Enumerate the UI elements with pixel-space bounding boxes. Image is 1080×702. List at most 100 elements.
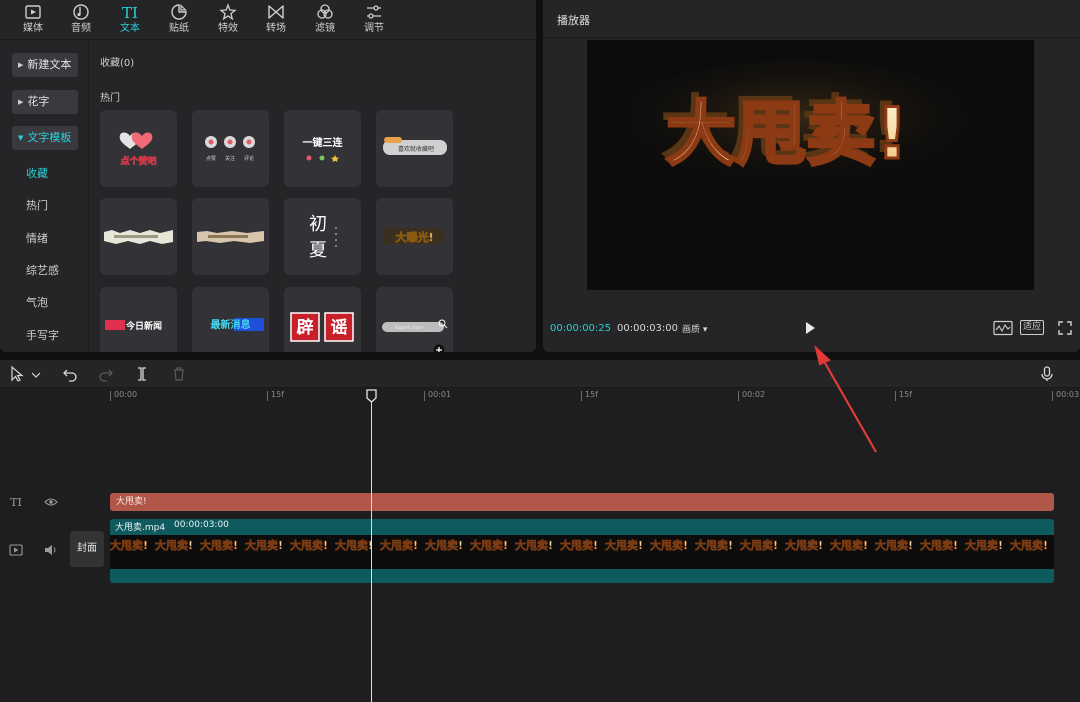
template-thumb[interactable]: 最新消息 xyxy=(192,287,269,352)
ruler-label: 00:01 xyxy=(428,390,452,399)
asset-tab-bar: 媒体 音频 TI 文本 贴纸 特效 转场 滤镜 调节 xyxy=(0,0,536,40)
cover-button[interactable]: 封面 xyxy=(70,531,104,567)
template-thumb[interactable]: 点个赞吧 xyxy=(100,110,177,187)
template-text: 初 xyxy=(309,214,327,235)
current-time: 00:00:00:25 xyxy=(550,323,612,334)
ruler-label: 00:03 xyxy=(1056,390,1080,399)
text-track-label: TI xyxy=(10,496,22,509)
player-title: 播放器 xyxy=(557,14,590,27)
one-click-triple-template-preview: 一键三连 xyxy=(303,136,343,162)
tab-sticker[interactable]: 贴纸 xyxy=(155,0,203,40)
adjust-icon xyxy=(367,5,381,19)
fancy-text-button[interactable]: ▶ 花字 xyxy=(12,90,78,114)
template-text: 大曝光! xyxy=(395,230,433,244)
redo-icon xyxy=(99,369,113,382)
split-icon xyxy=(138,367,146,381)
ruler-tick xyxy=(267,391,268,401)
playhead-handle[interactable] xyxy=(366,389,377,403)
text-track-icon: TI xyxy=(10,496,22,509)
speaker-icon xyxy=(45,545,52,555)
tab-adjust[interactable]: 调节 xyxy=(350,0,398,40)
today-news-template-preview: 今日新闻 xyxy=(105,320,162,332)
tab-label: 文本 xyxy=(120,23,140,34)
button-label: 新建文本 xyxy=(27,58,72,71)
template-text: 辟 xyxy=(296,317,314,338)
filmstrip-frame: 大甩卖! xyxy=(470,538,508,552)
ruler-tick xyxy=(110,391,111,401)
duration: 00:00:03:00 xyxy=(617,323,679,334)
visibility-toggle[interactable] xyxy=(44,496,58,508)
ratio-label: 画质 xyxy=(682,325,701,335)
ruler-label: 15f xyxy=(271,390,284,399)
filmstrip-frame: 大甩卖! xyxy=(965,538,1003,552)
template-thumb[interactable]: 一键三连 xyxy=(284,110,361,187)
filmstrip-frame: 大甩卖! xyxy=(515,538,553,552)
tab-transition[interactable]: 转场 xyxy=(252,0,300,40)
waveform-button[interactable] xyxy=(993,320,1013,336)
select-tool-dropdown[interactable] xyxy=(29,365,43,383)
sidebar-item-favorites[interactable]: 收藏 xyxy=(26,165,48,181)
text-template-button[interactable]: ▼ 文字模板 xyxy=(12,126,78,150)
template-thumb[interactable]: 辟 谣 xyxy=(284,287,361,352)
record-voice-button[interactable] xyxy=(1038,365,1056,383)
ruler-tick xyxy=(424,391,425,401)
ruler-tick xyxy=(1052,391,1053,401)
rumor-refute-template-preview: 辟 谣 xyxy=(290,312,354,342)
video-title: 大甩卖! xyxy=(666,93,908,175)
new-text-button[interactable]: ▶ 新建文本 xyxy=(12,53,78,77)
split-button[interactable] xyxy=(133,365,151,383)
tab-effects[interactable]: 特效 xyxy=(204,0,252,40)
filmstrip-frame: 大甩卖! xyxy=(740,538,778,552)
transition-icon xyxy=(268,5,284,19)
sidebar-item-variety[interactable]: 综艺感 xyxy=(26,262,59,278)
text-clip[interactable]: 大甩卖! xyxy=(110,493,1054,511)
mute-toggle[interactable] xyxy=(44,544,58,556)
ruler-tick xyxy=(581,391,582,401)
time-ruler[interactable]: 00:00 15f 00:01 15f 00:02 15f 00:03 xyxy=(0,389,1080,403)
template-text: 今日新闻 xyxy=(125,320,162,332)
timeline-panel: 00:00 15f 00:01 15f 00:02 15f 00:03 TI 大… xyxy=(0,360,1080,702)
delete-button[interactable] xyxy=(170,365,188,383)
caret-right-icon: ▶ xyxy=(18,61,24,69)
text-sidebar: ▶ 新建文本 ▶ 花字 ▼ 文字模板 收藏 热门 情绪 综艺感 气泡 手写字 xyxy=(0,41,88,352)
redo-button[interactable] xyxy=(97,365,115,383)
undo-button[interactable] xyxy=(61,365,79,383)
play-button[interactable] xyxy=(802,320,818,336)
sidebar-item-emotion[interactable]: 情绪 xyxy=(26,230,48,246)
tab-text[interactable]: TI 文本 xyxy=(106,0,154,40)
tab-filter[interactable]: 滤镜 xyxy=(301,0,349,40)
template-thumb[interactable]: 喜欢就收藏吧 xyxy=(376,110,453,187)
sidebar-item-hot[interactable]: 热门 xyxy=(26,197,48,213)
undo-icon xyxy=(63,369,77,382)
sidebar-item-bubble[interactable]: 气泡 xyxy=(26,294,48,310)
fullscreen-button[interactable] xyxy=(1057,320,1073,336)
tab-media[interactable]: 媒体 xyxy=(9,0,57,40)
template-thumb[interactable]: 点赞 关注 评论 xyxy=(192,110,269,187)
tab-label: 贴纸 xyxy=(169,23,189,34)
video-preview[interactable]: 大甩卖! 大甩卖! xyxy=(587,40,1034,290)
template-thumb[interactable] xyxy=(100,198,177,275)
template-thumb[interactable]: 今日新闻 xyxy=(100,287,177,352)
select-tool[interactable] xyxy=(8,365,26,383)
add-template-icon[interactable] xyxy=(433,344,445,352)
video-editor: 媒体 音频 TI 文本 贴纸 特效 转场 滤镜 调节 ▶ 新建文本 ▶ 花字 ▼… xyxy=(0,0,1080,702)
button-label: 花字 xyxy=(27,95,50,108)
template-text: Expert store xyxy=(395,325,423,331)
filmstrip-frame: 大甩卖! xyxy=(200,538,238,552)
media-icon xyxy=(25,5,41,19)
chevron-down-icon xyxy=(31,372,41,378)
button-label: 文字模板 xyxy=(27,131,72,144)
sidebar-item-handwriting[interactable]: 手写字 xyxy=(26,327,59,343)
tab-audio[interactable]: 音频 xyxy=(57,0,105,40)
template-thumb[interactable] xyxy=(192,198,269,275)
ruler-tick xyxy=(895,391,896,401)
expert-store-template-preview: Expert store xyxy=(382,319,448,332)
ruler-label: 00:00 xyxy=(114,390,138,399)
template-thumb[interactable]: 大曝光! xyxy=(376,198,453,275)
fit-button[interactable]: 适应 xyxy=(1020,320,1045,335)
video-clip[interactable]: 大甩卖.mp4 00:00:03:00 大甩卖! 大甩卖! 大甩卖! 大甩卖! … xyxy=(110,519,1054,583)
ratio-dropdown[interactable]: 画质 ▾ xyxy=(682,322,707,335)
template-thumb[interactable]: 初 夏 xyxy=(284,198,361,275)
template-thumb[interactable]: Expert store xyxy=(376,287,453,352)
filmstrip-frame: 大甩卖! xyxy=(920,538,958,552)
